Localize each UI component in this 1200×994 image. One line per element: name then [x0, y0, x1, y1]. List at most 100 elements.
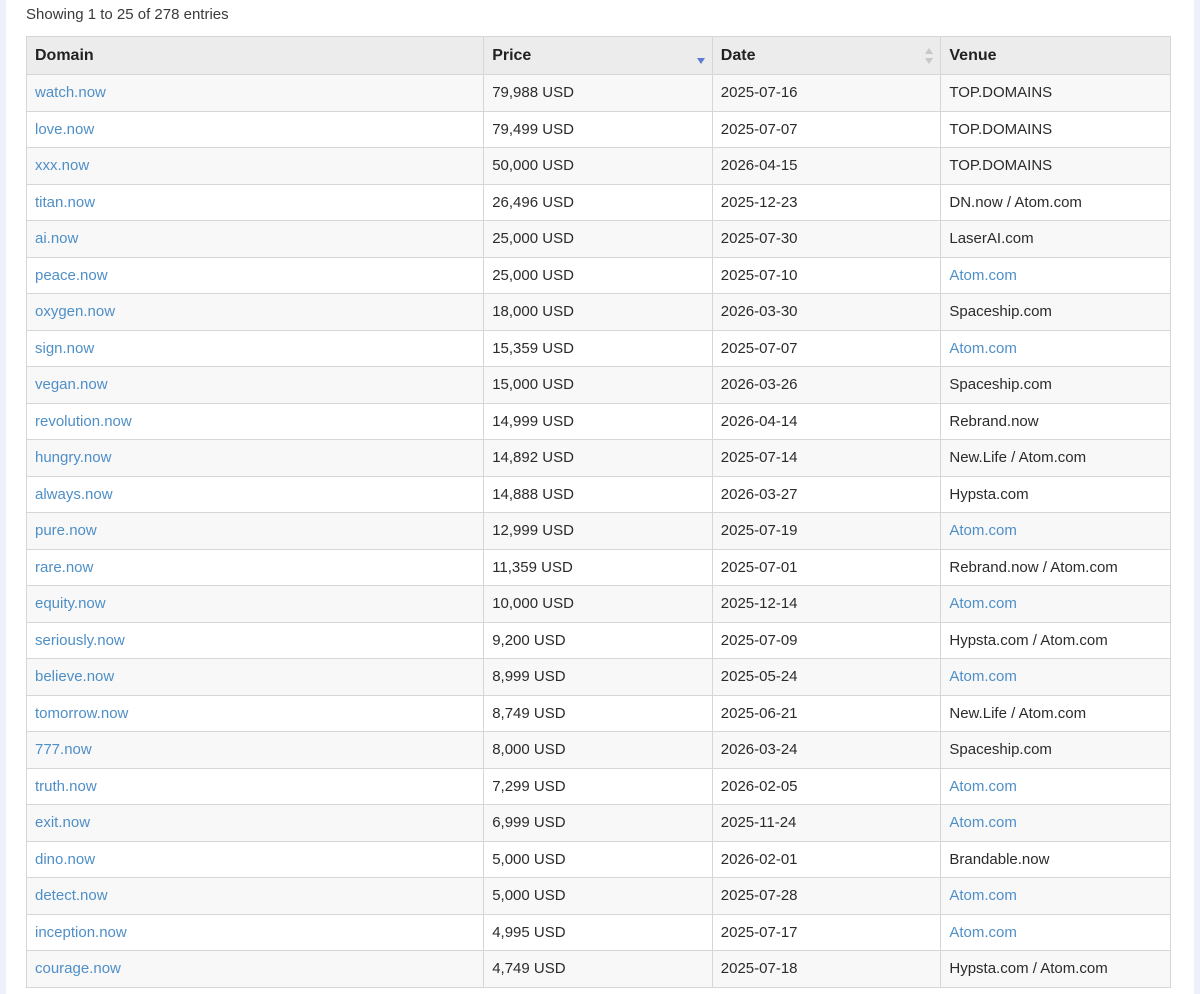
- venue-text: New.Life / Atom.com: [949, 449, 1087, 467]
- venue-text: Spaceship.com: [949, 303, 1052, 321]
- cell-price: 50,000 USD: [483, 147, 713, 185]
- cell-price: 10,000 USD: [483, 585, 713, 623]
- cell-venue: DN.now / Atom.com: [940, 183, 1171, 221]
- cell-domain: pure.now: [25, 512, 485, 550]
- cell-domain: xxx.now: [25, 147, 485, 185]
- domain-link[interactable]: always.now: [35, 486, 113, 503]
- table-row: peace.now 25,000 USD 2025-07-10 Atom.com: [25, 256, 1171, 294]
- domain-link[interactable]: peace.now: [35, 267, 108, 284]
- cell-venue: Rebrand.now / Atom.com: [940, 548, 1171, 586]
- sort-descending-icon: [696, 57, 705, 64]
- table-row: hungry.now 14,892 USD 2025-07-14 New.Life /…: [25, 439, 1171, 477]
- domain-link[interactable]: exit.now: [35, 814, 90, 831]
- cell-venue: Atom.com: [940, 658, 1171, 696]
- domain-link[interactable]: oxygen.now: [35, 303, 115, 320]
- cell-price: 11,359 USD: [483, 548, 713, 586]
- cell-venue: Spaceship.com: [940, 366, 1171, 404]
- venue-text: Spaceship.com: [949, 376, 1052, 394]
- table-row: believe.now 8,999 USD 2025-05-24 Atom.com: [25, 658, 1171, 696]
- column-header-domain[interactable]: Domain: [25, 36, 485, 75]
- cell-venue: Hypsta.com / Atom.com: [940, 950, 1171, 988]
- table-row: inception.now 4,995 USD 2025-07-17 Atom.com: [25, 913, 1171, 951]
- venue-link[interactable]: Atom.com: [949, 595, 1017, 612]
- domain-link[interactable]: hungry.now: [35, 449, 111, 466]
- domain-link[interactable]: detect.now: [35, 887, 108, 904]
- table-row: xxx.now 50,000 USD 2026-04-15 TOP.DOMAINS: [25, 147, 1171, 185]
- table-row: titan.now 26,496 USD 2025-12-23 DN.now / At…: [25, 183, 1171, 221]
- venue-link[interactable]: Atom.com: [949, 668, 1017, 685]
- domain-link[interactable]: vegan.now: [35, 376, 108, 393]
- domain-link[interactable]: inception.now: [35, 924, 127, 941]
- domain-link[interactable]: courage.now: [35, 960, 121, 977]
- domain-link[interactable]: pure.now: [35, 522, 97, 539]
- venue-link[interactable]: Atom.com: [949, 340, 1017, 357]
- cell-price: 79,988 USD: [483, 74, 713, 112]
- table-row: dino.now 5,000 USD 2026-02-01 Brandable.now: [25, 840, 1171, 878]
- cell-venue: Atom.com: [940, 329, 1171, 367]
- table-row: courage.now 4,749 USD 2025-07-18 Hypsta.com…: [25, 950, 1171, 988]
- cell-domain: always.now: [25, 475, 485, 513]
- domain-link[interactable]: tomorrow.now: [35, 705, 128, 722]
- cell-venue: Spaceship.com: [940, 293, 1171, 331]
- entries-info: Showing 1 to 25 of 278 entries: [26, 6, 229, 23]
- venue-link[interactable]: Atom.com: [949, 887, 1017, 904]
- domain-link[interactable]: revolution.now: [35, 413, 132, 430]
- domain-link[interactable]: sign.now: [35, 340, 94, 357]
- domain-link[interactable]: seriously.now: [35, 632, 125, 649]
- column-header-venue[interactable]: Venue: [940, 36, 1171, 75]
- cell-domain: seriously.now: [25, 621, 485, 659]
- domain-link[interactable]: love.now: [35, 121, 94, 138]
- domain-link[interactable]: xxx.now: [35, 157, 89, 174]
- venue-link[interactable]: Atom.com: [949, 924, 1017, 941]
- cell-date: 2026-02-01: [711, 840, 942, 878]
- venue-text: Hypsta.com / Atom.com: [949, 960, 1108, 978]
- cell-domain: peace.now: [25, 256, 485, 294]
- venue-link[interactable]: Atom.com: [949, 267, 1017, 284]
- cell-venue: New.Life / Atom.com: [940, 439, 1171, 477]
- cell-price: 6,999 USD: [483, 804, 713, 842]
- domain-link[interactable]: rare.now: [35, 559, 93, 576]
- cell-price: 7,299 USD: [483, 767, 713, 805]
- domain-link[interactable]: ai.now: [35, 230, 78, 247]
- cell-venue: TOP.DOMAINS: [940, 147, 1171, 185]
- domain-link[interactable]: 777.now: [35, 741, 92, 758]
- table-row: truth.now 7,299 USD 2026-02-05 Atom.com: [25, 767, 1171, 805]
- cell-price: 4,749 USD: [483, 950, 713, 988]
- domain-link[interactable]: titan.now: [35, 194, 95, 211]
- venue-link[interactable]: Atom.com: [949, 814, 1017, 831]
- table-row: exit.now 6,999 USD 2025-11-24 Atom.com: [25, 804, 1171, 842]
- cell-date: 2025-07-18: [711, 950, 942, 988]
- domain-link[interactable]: watch.now: [35, 84, 106, 101]
- venue-text: Hypsta.com: [949, 485, 1029, 503]
- cell-domain: exit.now: [25, 804, 485, 842]
- cell-price: 79,499 USD: [483, 110, 713, 148]
- cell-domain: titan.now: [25, 183, 485, 221]
- cell-domain: courage.now: [25, 950, 485, 988]
- venue-link[interactable]: Atom.com: [949, 778, 1017, 795]
- column-header-label: Date: [720, 46, 756, 64]
- domain-link[interactable]: believe.now: [35, 668, 114, 685]
- venue-text: TOP.DOMAINS: [949, 120, 1053, 138]
- venue-link[interactable]: Atom.com: [949, 522, 1017, 539]
- cell-date: 2025-06-21: [711, 694, 942, 732]
- cell-price: 26,496 USD: [483, 183, 713, 221]
- cell-date: 2025-07-28: [711, 877, 942, 915]
- cell-date: 2025-07-14: [711, 439, 942, 477]
- sort-both-icon: [925, 47, 934, 64]
- cell-date: 2025-05-24: [711, 658, 942, 696]
- column-header-date[interactable]: Date: [711, 36, 942, 75]
- cell-domain: love.now: [25, 110, 485, 148]
- venue-text: LaserAI.com: [949, 230, 1034, 248]
- sales-table: Domain Price Date Venue watch.now 79,988…: [25, 36, 1171, 988]
- cell-venue: Atom.com: [940, 512, 1171, 550]
- domain-link[interactable]: truth.now: [35, 778, 97, 795]
- domain-link[interactable]: dino.now: [35, 851, 95, 868]
- column-header-price[interactable]: Price: [483, 36, 713, 75]
- table-row: love.now 79,499 USD 2025-07-07 TOP.DOMAINS: [25, 110, 1171, 148]
- domain-link[interactable]: equity.now: [35, 595, 106, 612]
- cell-domain: hungry.now: [25, 439, 485, 477]
- column-header-label: Domain: [35, 46, 94, 64]
- venue-text: Brandable.now: [949, 850, 1050, 868]
- cell-domain: detect.now: [25, 877, 485, 915]
- cell-venue: TOP.DOMAINS: [940, 74, 1171, 112]
